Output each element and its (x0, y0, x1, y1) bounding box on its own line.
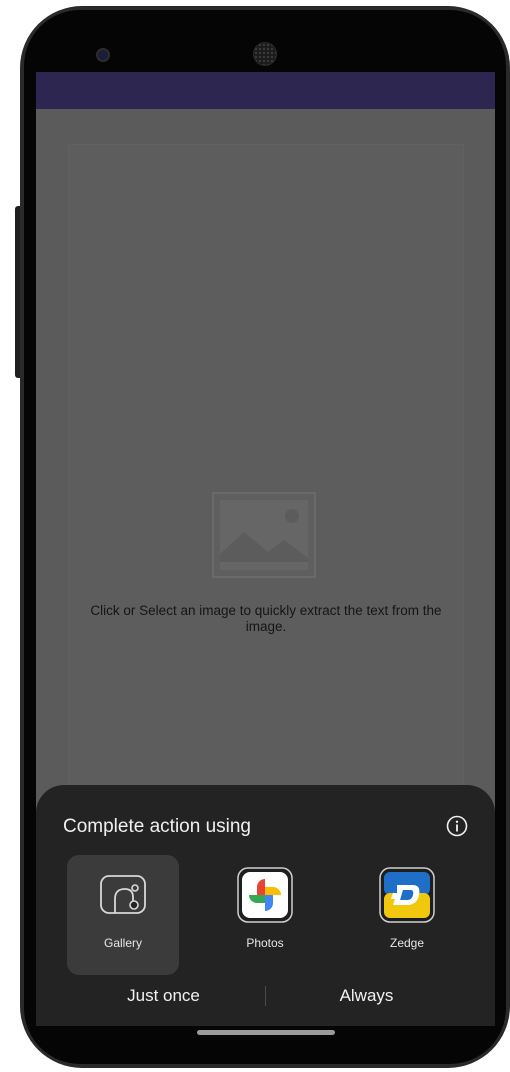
action-divider (265, 986, 266, 1006)
always-button[interactable]: Always (309, 986, 424, 1006)
image-placeholder-icon[interactable] (212, 492, 316, 578)
app-option-zedge[interactable]: Zedge (351, 855, 463, 975)
chooser-bottom-sheet: Complete action using Gallery Photos Zed… (36, 785, 495, 1026)
screen: Click or Select an image to quickly extr… (36, 72, 495, 1026)
app-option-photos[interactable]: Photos (209, 855, 321, 975)
app-label-gallery: Gallery (103, 936, 142, 950)
photos-icon (237, 867, 293, 923)
app-label-photos: Photos (246, 936, 284, 950)
instruction-text: Click or Select an image to quickly extr… (90, 603, 442, 634)
earpiece-speaker (253, 42, 277, 66)
info-icon[interactable] (446, 815, 468, 837)
app-bar (36, 72, 495, 109)
home-indicator[interactable] (197, 1030, 335, 1035)
image-drop-area[interactable] (68, 144, 464, 786)
app-option-gallery[interactable]: Gallery (67, 855, 179, 975)
zedge-icon (379, 867, 435, 923)
gallery-icon (100, 875, 146, 914)
just-once-button[interactable]: Just once (106, 986, 221, 1006)
sheet-title: Complete action using (63, 816, 251, 837)
app-label-zedge: Zedge (389, 936, 425, 950)
front-camera (96, 48, 110, 62)
